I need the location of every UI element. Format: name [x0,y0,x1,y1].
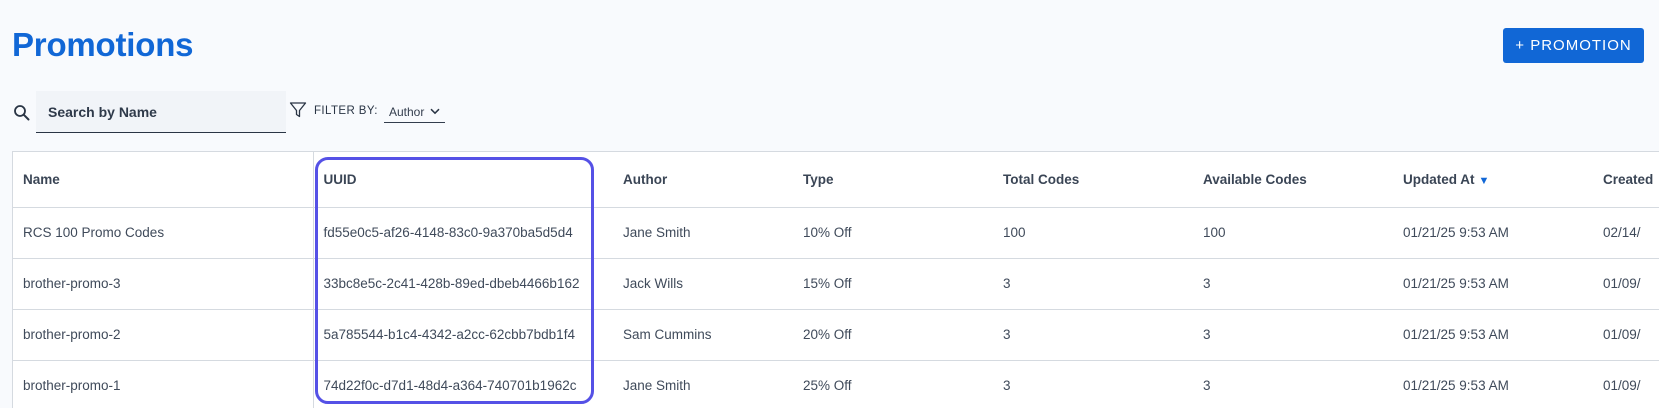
cell-created: 02/14/ [1593,207,1659,259]
cell-name: RCS 100 Promo Codes [13,207,314,259]
filter-icon [289,102,307,118]
table-header-row: Name UUID Author Type Total Codes Availa… [13,152,1659,208]
cell-author: Jack Wills [613,258,793,310]
column-header-name[interactable]: Name [13,152,314,208]
cell-uuid: 74d22f0c-d7d1-48d4-a364-740701b1962c [313,360,613,408]
cell-author: Jane Smith [613,360,793,408]
cell-total-codes: 3 [993,258,1193,310]
cell-created: 01/09/ [1593,309,1659,361]
column-header-uuid[interactable]: UUID [313,152,613,208]
cell-available-codes: 3 [1193,258,1393,310]
cell-author: Jane Smith [613,207,793,259]
cell-author: Sam Cummins [613,309,793,361]
cell-type: 10% Off [793,207,993,259]
search-input[interactable] [36,91,286,133]
column-header-type[interactable]: Type [793,152,993,208]
cell-available-codes: 3 [1193,360,1393,408]
filter-label: FILTER BY: [314,105,378,117]
cell-type: 25% Off [793,360,993,408]
chevron-down-icon [430,108,440,115]
cell-total-codes: 3 [993,360,1193,408]
cell-updated-at: 01/21/25 9:53 AM [1393,309,1593,361]
promotions-page: Promotions + PROMOTION FILTER BY: Author… [0,0,1659,408]
cell-total-codes: 3 [993,309,1193,361]
cell-uuid: 33bc8e5c-2c41-428b-89ed-dbeb4466b162 [313,258,613,310]
author-filter-dropdown[interactable]: Author [384,101,446,123]
sort-desc-icon: ▼ [1478,174,1490,187]
column-header-updated-at[interactable]: Updated At ▼ [1393,152,1593,208]
cell-available-codes: 3 [1193,309,1393,361]
cell-created: 01/09/ [1593,258,1659,310]
cell-name: brother-promo-1 [13,360,314,408]
table-row[interactable]: brother-promo-1 74d22f0c-d7d1-48d4-a364-… [13,360,1659,408]
filter-selected-value: Author [389,104,425,119]
column-header-available-codes[interactable]: Available Codes [1193,152,1393,208]
column-header-author[interactable]: Author [613,152,793,208]
table-row[interactable]: brother-promo-3 33bc8e5c-2c41-428b-89ed-… [13,258,1659,310]
table-row[interactable]: brother-promo-2 5a785544-b1c4-4342-a2cc-… [13,309,1659,361]
cell-uuid: fd55e0c5-af26-4148-83c0-9a370ba5d5d4 [313,207,613,259]
cell-updated-at: 01/21/25 9:53 AM [1393,258,1593,310]
cell-total-codes: 100 [993,207,1193,259]
promotions-table: Name UUID Author Type Total Codes Availa… [12,151,1659,408]
cell-updated-at: 01/21/25 9:53 AM [1393,207,1593,259]
cell-type: 15% Off [793,258,993,310]
cell-updated-at: 01/21/25 9:53 AM [1393,360,1593,408]
search-icon [14,105,30,121]
table-row[interactable]: RCS 100 Promo Codes fd55e0c5-af26-4148-8… [13,207,1659,259]
column-header-updated-at-label: Updated At [1403,171,1475,187]
cell-name: brother-promo-3 [13,258,314,310]
cell-created: 01/09/ [1593,360,1659,408]
cell-available-codes: 100 [1193,207,1393,259]
column-header-created[interactable]: Created [1593,152,1659,208]
cell-type: 20% Off [793,309,993,361]
column-header-total-codes[interactable]: Total Codes [993,152,1193,208]
page-title: Promotions [12,26,194,63]
cell-uuid: 5a785544-b1c4-4342-a2cc-62cbb7bdb1f4 [313,309,613,361]
add-promotion-button[interactable]: + PROMOTION [1503,28,1644,63]
cell-name: brother-promo-2 [13,309,314,361]
